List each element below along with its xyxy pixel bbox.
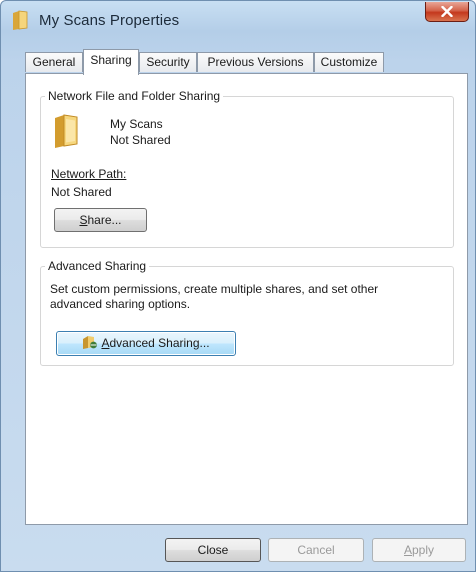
- apply-button-label: pply: [412, 543, 435, 557]
- tab-sharing[interactable]: Sharing: [83, 49, 139, 75]
- share-status: Not Shared: [110, 133, 171, 147]
- close-window-button[interactable]: [425, 2, 469, 22]
- share-button-label: hare...: [87, 213, 122, 227]
- cancel-button[interactable]: Cancel: [268, 538, 364, 562]
- network-path-value[interactable]: Not Shared: [51, 185, 112, 199]
- tab-customize[interactable]: Customize: [314, 52, 384, 72]
- shared-folder-icon: [52, 113, 82, 149]
- share-button[interactable]: Share...: [54, 208, 147, 232]
- network-sharing-group: Network File and Folder Sharing My Scans…: [40, 89, 454, 248]
- apply-button-accel: A: [403, 543, 412, 557]
- tab-previous-versions[interactable]: Previous Versions: [197, 52, 314, 72]
- network-sharing-title: Network File and Folder Sharing: [45, 89, 224, 103]
- tab-security[interactable]: Security: [139, 52, 197, 72]
- close-icon: [441, 6, 453, 17]
- sharing-panel: Network File and Folder Sharing My Scans…: [25, 73, 468, 525]
- shield-icon: [82, 335, 98, 358]
- title-bar[interactable]: My Scans Properties: [1, 1, 475, 41]
- window-title: My Scans Properties: [39, 12, 180, 29]
- advanced-sharing-description-line1: Set custom permissions, create multiple …: [50, 282, 379, 296]
- tab-general[interactable]: General: [25, 52, 83, 72]
- dialog-buttons: Close Cancel Apply: [25, 531, 468, 565]
- advanced-sharing-title: Advanced Sharing: [45, 259, 150, 273]
- advanced-sharing-description-line2: advanced sharing options.: [50, 297, 191, 311]
- advanced-sharing-group: Advanced Sharing Set custom permissions,…: [40, 259, 454, 366]
- folder-name: My Scans: [110, 117, 163, 131]
- properties-window: My Scans Properties General Sharing Secu…: [0, 0, 476, 572]
- apply-button[interactable]: Apply: [372, 538, 466, 562]
- advanced-sharing-button[interactable]: Advanced Sharing...: [56, 331, 236, 356]
- close-button[interactable]: Close: [165, 538, 261, 562]
- advanced-sharing-button-label: dvanced Sharing...: [109, 336, 210, 350]
- network-path-label: Network Path:: [51, 167, 127, 181]
- folder-icon: [11, 9, 31, 31]
